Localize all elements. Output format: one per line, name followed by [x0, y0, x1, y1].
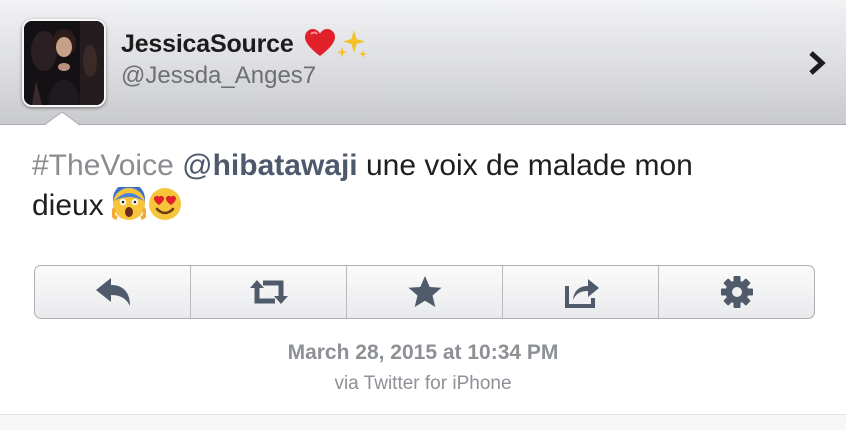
- mention-link[interactable]: @hibatawaji: [182, 149, 358, 182]
- display-name[interactable]: JessicaSource: [121, 30, 294, 59]
- share-icon: [564, 279, 599, 308]
- star-icon: [408, 276, 441, 307]
- reply-icon: [95, 278, 130, 306]
- reply-button[interactable]: [35, 266, 191, 318]
- mention-name: hibatawaji: [212, 149, 358, 182]
- retweet-button[interactable]: [191, 266, 347, 318]
- heart-eyes-emoji: [149, 188, 182, 220]
- chevron-right-icon[interactable]: [806, 50, 828, 76]
- screaming-face-emoji: [112, 187, 147, 220]
- tweet-timestamp: March 28, 2015 at 10:34 PM: [287, 341, 559, 364]
- tweet-text-line2: dieux: [32, 189, 113, 222]
- share-button[interactable]: [503, 266, 659, 318]
- hashtag-link[interactable]: #TheVoice: [32, 149, 174, 182]
- tweet-action-bar: [34, 265, 815, 319]
- tweet-text-line1: une voix de malade mon: [357, 149, 693, 182]
- avatar[interactable]: [22, 19, 106, 107]
- next-section-edge: [0, 415, 846, 430]
- user-handle[interactable]: @Jessda_Anges7: [121, 62, 316, 90]
- heart-sparkles-emoji: [305, 29, 367, 58]
- profile-header[interactable]: JessicaSource @Jessda_Anges7: [0, 0, 846, 126]
- retweet-icon: [249, 280, 288, 304]
- avatar-photo: [24, 21, 104, 105]
- pointer-notch: [44, 112, 80, 126]
- gear-icon: [720, 276, 753, 308]
- settings-button[interactable]: [659, 266, 814, 318]
- tweet-source[interactable]: via Twitter for iPhone: [0, 373, 846, 395]
- tweet-text: #TheVoice @hibatawaji une voix de malade…: [32, 146, 812, 226]
- mention-at-sign: @: [182, 149, 213, 182]
- favorite-button[interactable]: [347, 266, 503, 318]
